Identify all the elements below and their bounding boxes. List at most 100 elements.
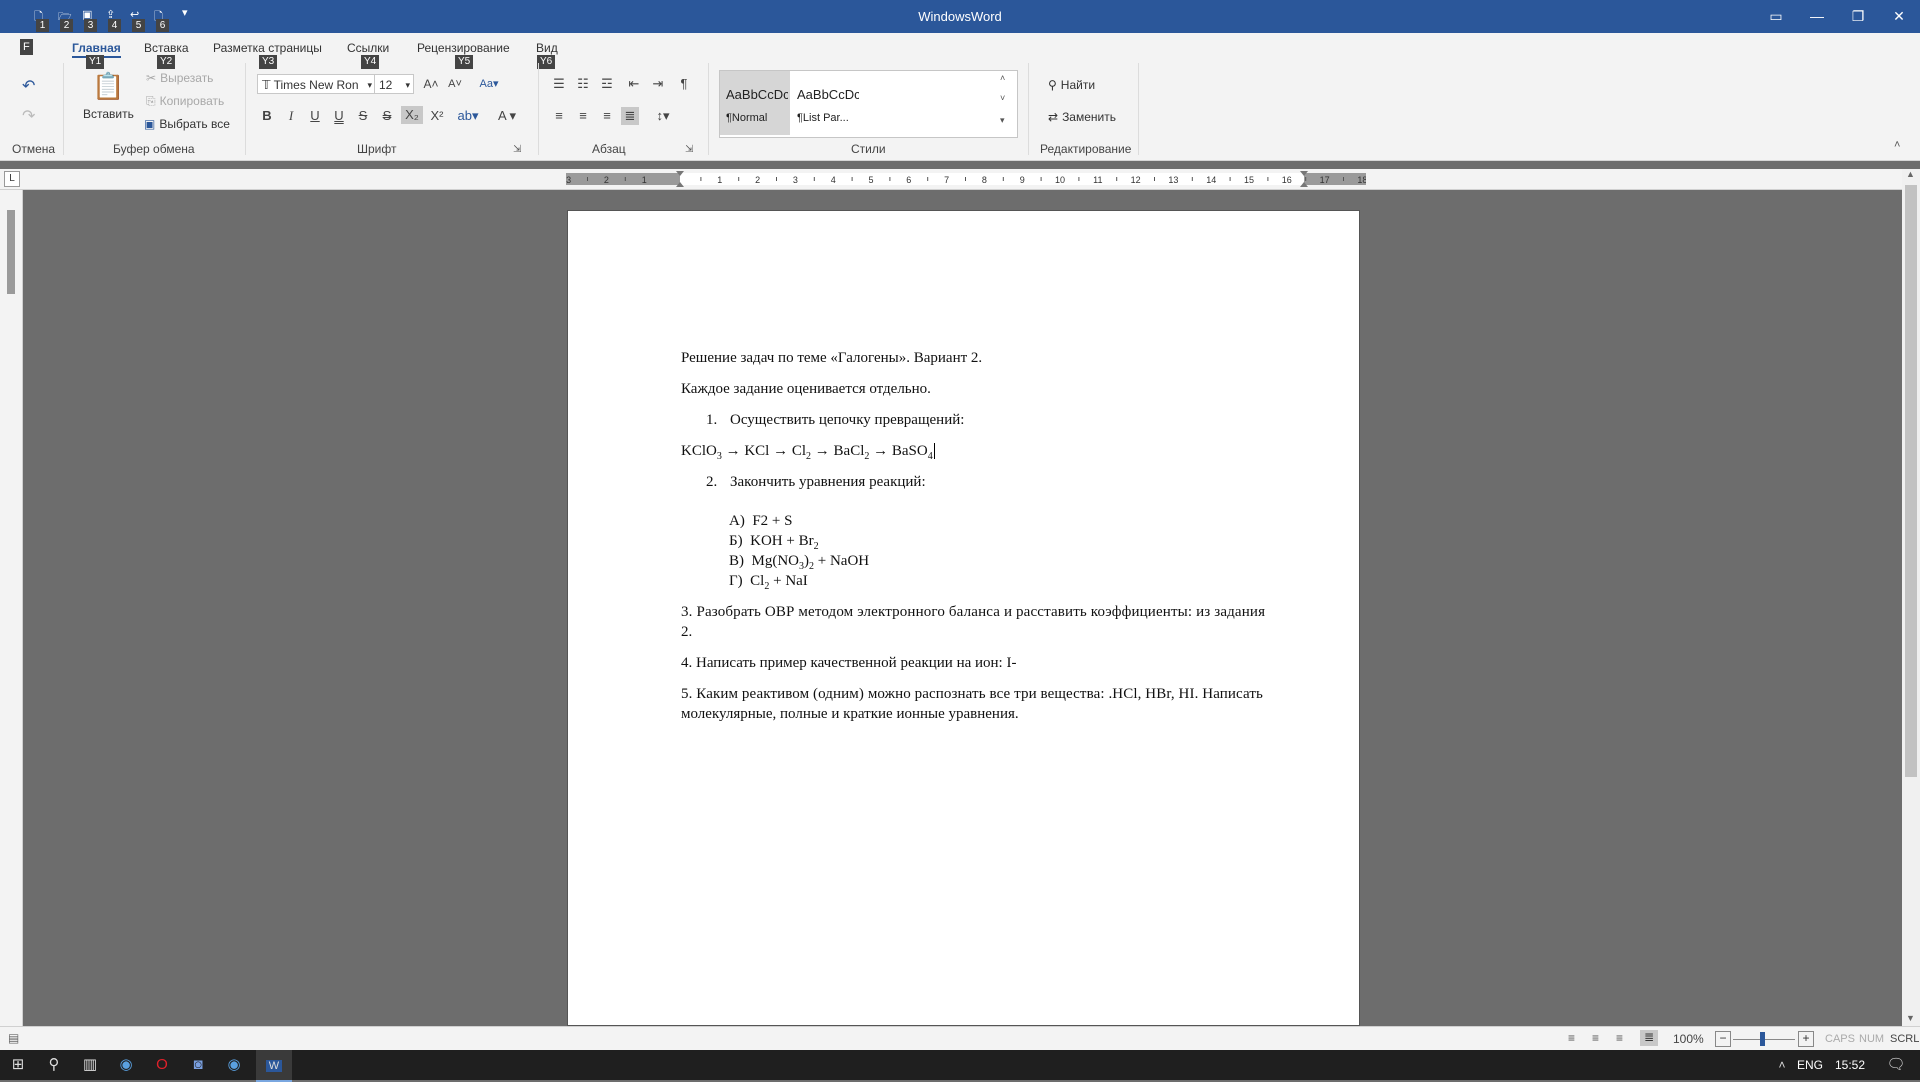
increase-indent-icon[interactable]: ⇥ xyxy=(649,75,667,93)
qa-print[interactable]: ↩ 5 xyxy=(126,8,148,32)
qa-upload[interactable]: ⇪ 4 xyxy=(102,8,124,32)
qa-save[interactable]: ▣ 3 xyxy=(78,8,100,32)
styles-more-icon[interactable]: ▾ xyxy=(1000,115,1005,126)
zoom-slider-thumb[interactable] xyxy=(1760,1032,1765,1046)
qa-customize[interactable]: ▾ xyxy=(178,6,200,30)
select-all-label: Выбрать все xyxy=(159,117,230,131)
styles-scroll-down-icon[interactable]: ˅ xyxy=(1000,93,1005,103)
justify-icon[interactable]: ≣ xyxy=(621,107,639,125)
scroll-down-icon[interactable]: ▼ xyxy=(1906,1013,1915,1023)
reaction-text: F2 + S xyxy=(752,513,793,529)
select-all-button[interactable]: ▣ Выбрать все xyxy=(144,117,230,131)
view-align-center-icon[interactable]: ≡ xyxy=(1592,1031,1599,1045)
paragraph-dialog-launcher-icon[interactable]: ⇲ xyxy=(685,144,693,155)
strikethrough-icon[interactable]: S xyxy=(354,107,372,125)
numbering-icon[interactable]: ☷ xyxy=(574,75,592,93)
arrow-icon: → xyxy=(725,443,741,459)
group-label-undo: Отмена xyxy=(12,142,56,156)
font-size-select[interactable]: 12 ▾ xyxy=(374,74,414,94)
find-button[interactable]: ⚲ Найти xyxy=(1048,78,1095,92)
vertical-ruler[interactable] xyxy=(0,190,23,1026)
tab-view[interactable]: Вид xyxy=(536,41,558,55)
superscript-icon[interactable]: X² xyxy=(426,107,448,125)
collapse-ribbon-icon[interactable]: ˄ xyxy=(1894,139,1900,151)
minimize-button[interactable]: — xyxy=(1797,0,1837,33)
opera-icon[interactable]: O xyxy=(144,1050,180,1080)
replace-button[interactable]: ⇄ Заменить xyxy=(1048,110,1116,124)
zoom-out-button[interactable]: − xyxy=(1715,1031,1731,1047)
style-normal[interactable]: AaBbCcDc ¶Normal xyxy=(720,71,790,135)
font-type-icon: 𝕋 xyxy=(262,78,274,92)
discord-icon[interactable]: ◙ xyxy=(180,1050,216,1080)
start-windows-icon[interactable]: ⊞ xyxy=(0,1050,36,1080)
group-label-styles: Стили xyxy=(851,142,886,156)
copy-button[interactable]: ⎘ Копировать xyxy=(146,94,224,109)
qa-file[interactable]: 🗋 6 xyxy=(150,8,172,32)
view-justify-icon[interactable]: ≣ xyxy=(1640,1030,1658,1046)
bullets-icon[interactable]: ☰ xyxy=(550,75,568,93)
paste-button[interactable]: Вставить xyxy=(83,107,134,121)
double-strikethrough-icon[interactable]: S xyxy=(378,107,396,125)
word-app-icon[interactable]: W xyxy=(256,1050,292,1082)
align-center-icon[interactable]: ≡ xyxy=(574,107,592,125)
font-color-icon[interactable]: A ▾ xyxy=(492,107,522,125)
keytip-y5: Y5 xyxy=(455,55,474,69)
ribbon-display-button[interactable]: ▭ xyxy=(1756,0,1796,33)
paste-icon[interactable]: 📋 xyxy=(92,71,124,102)
qa-new-document[interactable]: 🗋 1 xyxy=(30,8,52,32)
decrease-indent-icon[interactable]: ⇤ xyxy=(625,75,643,93)
document-page[interactable]: Решение задач по теме «Галогены». Вариан… xyxy=(567,210,1360,1026)
tab-insert[interactable]: Вставка xyxy=(144,41,189,55)
subscript-icon[interactable]: X₂ xyxy=(401,106,423,124)
page-layout-icon[interactable]: ▤ xyxy=(8,1031,19,1045)
multilevel-list-icon[interactable]: ☲ xyxy=(598,75,616,93)
qa-open[interactable]: 🗁 2 xyxy=(54,8,76,32)
task2-text: Закончить уравнения реакций: xyxy=(730,474,926,490)
language-indicator[interactable]: ENG xyxy=(1797,1058,1823,1072)
tab-review[interactable]: Рецензирование xyxy=(417,41,510,55)
undo-icon[interactable]: ↶ xyxy=(22,76,35,96)
style-list-paragraph[interactable]: AaBbCcDc ¶List Par... xyxy=(791,71,861,135)
close-button[interactable]: ✕ xyxy=(1879,0,1919,33)
reaction-text: + NaOH xyxy=(814,553,870,569)
replace-icon: ⇄ xyxy=(1048,110,1059,124)
font-dialog-launcher-icon[interactable]: ⇲ xyxy=(513,144,521,155)
pilcrow-icon[interactable]: ¶ xyxy=(675,75,693,93)
tab-references[interactable]: Ссылки xyxy=(347,41,389,55)
notifications-icon[interactable]: 🗨 xyxy=(1878,1050,1914,1080)
close-icon: ✕ xyxy=(1893,8,1905,24)
grow-font-icon[interactable]: A˄ xyxy=(422,75,440,93)
redo-icon[interactable]: ↷ xyxy=(22,106,35,126)
align-left-icon[interactable]: ≡ xyxy=(550,107,568,125)
underline-icon[interactable]: U xyxy=(306,107,324,125)
font-name-select[interactable]: 𝕋 Times New Ron ▾ xyxy=(257,74,376,94)
tab-page-layout[interactable]: Разметка страницы xyxy=(213,41,322,55)
file-tab[interactable]: F xyxy=(20,39,33,55)
search-icon[interactable]: ⚲ xyxy=(36,1050,72,1080)
keytip-y2: Y2 xyxy=(157,55,176,69)
tray-chevron-up-icon[interactable]: ˄ xyxy=(1764,1050,1800,1080)
cut-button[interactable]: ✂ Вырезать xyxy=(146,71,213,85)
view-align-left-icon[interactable]: ≡ xyxy=(1568,1031,1575,1045)
double-underline-icon[interactable]: U xyxy=(330,107,348,125)
line-spacing-icon[interactable]: ↕▾ xyxy=(648,107,678,125)
zoom-level[interactable]: 100% xyxy=(1673,1032,1704,1046)
scroll-up-icon[interactable]: ▲ xyxy=(1906,169,1915,179)
horizontal-ruler[interactable]: L 3 2 1 1 2 3 4 5 6 7 8 9 10 11 12 13 14 15 16 17 18 xyxy=(0,169,1920,190)
steam-icon[interactable]: ◉ xyxy=(108,1050,144,1080)
store-icon[interactable]: ▥ xyxy=(72,1050,108,1080)
scrollbar-thumb[interactable] xyxy=(1905,185,1917,777)
bold-icon[interactable]: B xyxy=(258,107,276,125)
view-align-right-icon[interactable]: ≡ xyxy=(1616,1031,1623,1045)
change-case-icon[interactable]: Aa▾ xyxy=(474,75,504,93)
restore-button[interactable]: ❐ xyxy=(1838,0,1878,33)
highlight-icon[interactable]: ab▾ xyxy=(453,107,483,125)
shrink-font-icon[interactable]: A˅ xyxy=(446,75,464,93)
steam-icon[interactable]: ◉ xyxy=(216,1050,252,1080)
clock[interactable]: 15:52 xyxy=(1835,1058,1865,1072)
styles-scroll-up-icon[interactable]: ˄ xyxy=(1000,73,1005,83)
align-right-icon[interactable]: ≡ xyxy=(598,107,616,125)
italic-icon[interactable]: I xyxy=(282,107,300,125)
tab-stop-selector-icon[interactable]: L xyxy=(4,171,20,187)
zoom-in-button[interactable]: + xyxy=(1798,1031,1814,1047)
